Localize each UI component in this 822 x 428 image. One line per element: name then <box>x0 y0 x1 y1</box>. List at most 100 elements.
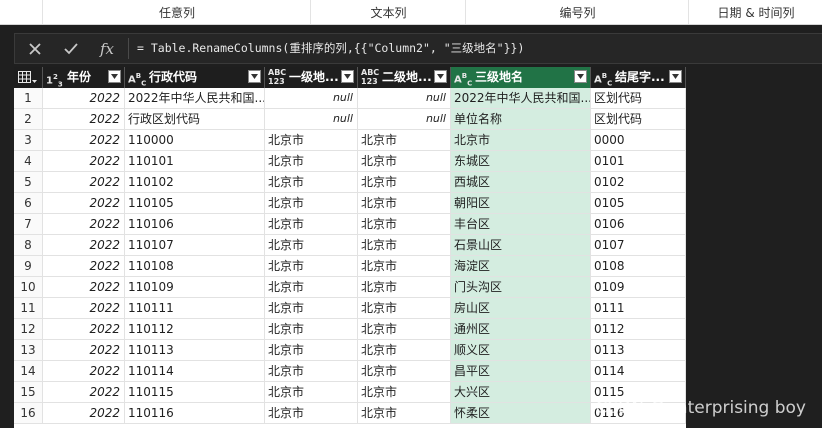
table-cell[interactable]: 北京市 <box>358 277 451 298</box>
table-cell[interactable]: 110102 <box>125 172 265 193</box>
column-filter-button[interactable] <box>108 70 121 83</box>
ribbon-group-text-column[interactable]: 文本列 <box>310 0 466 24</box>
table-cell[interactable]: 2022 <box>43 193 125 214</box>
table-cell[interactable]: 110116 <box>125 403 265 424</box>
table-cell[interactable]: 110108 <box>125 256 265 277</box>
table-cell[interactable]: 北京市 <box>265 340 358 361</box>
table-row[interactable]: 9 2022 110108 北京市 北京市 海淀区 0108 <box>14 256 686 277</box>
table-cell[interactable]: 0109 <box>591 277 686 298</box>
table-cell[interactable]: 北京市 <box>265 172 358 193</box>
formula-input[interactable]: = Table.RenameColumns(重排序的列,{{"Column2",… <box>137 34 524 63</box>
column-header-1[interactable]: 123 年份 <box>43 67 125 88</box>
column-header-4[interactable]: ABC 123 二级地... <box>358 67 451 88</box>
table-cell[interactable]: 110114 <box>125 361 265 382</box>
table-cell[interactable]: 2022 <box>43 361 125 382</box>
table-cell[interactable]: 北京市 <box>358 235 451 256</box>
table-cell[interactable]: 2022 <box>43 403 125 424</box>
ribbon-group-any-column[interactable]: 任意列 <box>42 0 311 24</box>
table-cell[interactable]: 110112 <box>125 319 265 340</box>
table-cell[interactable]: 北京市 <box>265 277 358 298</box>
table-cell[interactable]: 北京市 <box>265 319 358 340</box>
table-cell[interactable]: 北京市 <box>358 130 451 151</box>
table-cell[interactable]: 0101 <box>591 151 686 172</box>
table-cell[interactable]: 0113 <box>591 340 686 361</box>
table-cell[interactable]: 门头沟区 <box>451 277 591 298</box>
table-row[interactable]: 2 2022 行政区划代码 null null 单位名称 区划代码 <box>14 109 686 130</box>
ribbon-group-datetime-column[interactable]: 日期 & 时间列 <box>688 0 822 24</box>
table-cell[interactable]: 2022 <box>43 277 125 298</box>
table-cell[interactable]: 西城区 <box>451 172 591 193</box>
table-cell[interactable]: 110113 <box>125 340 265 361</box>
table-row[interactable]: 1 2022 2022年中华人民共和国... null null 2022年中华人民共和国… <box>14 88 686 109</box>
column-header-2[interactable]: ABC 行政代码 <box>125 67 265 88</box>
table-cell[interactable]: 北京市 <box>358 256 451 277</box>
table-cell[interactable]: 北京市 <box>265 151 358 172</box>
table-cell[interactable]: 2022 <box>43 172 125 193</box>
table-cell[interactable]: 北京市 <box>265 235 358 256</box>
table-cell[interactable]: 0106 <box>591 214 686 235</box>
table-cell[interactable]: 北京市 <box>265 130 358 151</box>
column-filter-button[interactable] <box>669 70 682 83</box>
column-filter-button[interactable] <box>248 70 261 83</box>
table-row[interactable]: 8 2022 110107 北京市 北京市 石景山区 0107 <box>14 235 686 256</box>
table-cell[interactable]: 北京市 <box>358 382 451 403</box>
table-cell[interactable]: 110105 <box>125 193 265 214</box>
table-cell[interactable]: 北京市 <box>358 298 451 319</box>
table-cell[interactable]: 北京市 <box>358 319 451 340</box>
column-header-3[interactable]: ABC 123 一级地... <box>265 67 358 88</box>
table-cell[interactable]: 行政区划代码 <box>125 109 265 130</box>
table-cell[interactable]: 区划代码 <box>591 109 686 130</box>
table-row[interactable]: 4 2022 110101 北京市 北京市 东城区 0101 <box>14 151 686 172</box>
table-cell[interactable]: 北京市 <box>358 340 451 361</box>
table-cell[interactable]: 2022 <box>43 214 125 235</box>
table-cell[interactable]: 0107 <box>591 235 686 256</box>
table-cell[interactable]: 昌平区 <box>451 361 591 382</box>
table-row[interactable]: 10 2022 110109 北京市 北京市 门头沟区 0109 <box>14 277 686 298</box>
table-cell[interactable]: 0112 <box>591 319 686 340</box>
table-cell[interactable]: 顺义区 <box>451 340 591 361</box>
table-cell[interactable]: 0114 <box>591 361 686 382</box>
column-filter-button[interactable] <box>341 70 354 83</box>
commit-formula-button[interactable] <box>55 34 87 63</box>
table-cell[interactable]: 单位名称 <box>451 109 591 130</box>
table-cell[interactable]: 房山区 <box>451 298 591 319</box>
table-row[interactable]: 5 2022 110102 北京市 北京市 西城区 0102 <box>14 172 686 193</box>
table-cell[interactable]: 东城区 <box>451 151 591 172</box>
table-cell[interactable]: 2022 <box>43 340 125 361</box>
table-row[interactable]: 7 2022 110106 北京市 北京市 丰台区 0106 <box>14 214 686 235</box>
table-cell[interactable]: 北京市 <box>358 403 451 424</box>
table-cell[interactable]: null <box>265 109 358 130</box>
table-cell[interactable]: 110000 <box>125 130 265 151</box>
table-cell[interactable]: 2022 <box>43 151 125 172</box>
table-row[interactable]: 15 2022 110115 北京市 北京市 大兴区 0115 <box>14 382 686 403</box>
table-cell[interactable]: 北京市 <box>265 403 358 424</box>
table-cell[interactable]: 0102 <box>591 172 686 193</box>
column-header-6[interactable]: ABC 结尾字... <box>591 67 686 88</box>
table-cell[interactable]: 2022 <box>43 109 125 130</box>
table-cell[interactable]: 海淀区 <box>451 256 591 277</box>
table-row[interactable]: 12 2022 110112 北京市 北京市 通州区 0112 <box>14 319 686 340</box>
table-cell[interactable]: 0111 <box>591 298 686 319</box>
table-row[interactable]: 14 2022 110114 北京市 北京市 昌平区 0114 <box>14 361 686 382</box>
table-cell[interactable]: 2022年中华人民共和国... <box>451 88 591 109</box>
column-filter-button[interactable] <box>574 70 587 83</box>
table-cell[interactable]: 大兴区 <box>451 382 591 403</box>
table-row[interactable]: 3 2022 110000 北京市 北京市 北京市 0000 <box>14 130 686 151</box>
table-cell[interactable]: null <box>358 88 451 109</box>
table-cell[interactable]: 0000 <box>591 130 686 151</box>
table-cell[interactable]: 丰台区 <box>451 214 591 235</box>
ribbon-group-number-column[interactable]: 编号列 <box>465 0 689 24</box>
table-cell[interactable]: 区划代码 <box>591 88 686 109</box>
table-cell[interactable]: 北京市 <box>265 361 358 382</box>
table-cell[interactable]: 2022 <box>43 382 125 403</box>
table-cell[interactable]: 2022 <box>43 319 125 340</box>
table-cell[interactable]: 北京市 <box>358 193 451 214</box>
table-cell[interactable]: 2022 <box>43 235 125 256</box>
table-menu-button[interactable] <box>14 67 43 88</box>
table-cell[interactable]: 110109 <box>125 277 265 298</box>
table-cell[interactable]: 石景山区 <box>451 235 591 256</box>
table-row[interactable]: 11 2022 110111 北京市 北京市 房山区 0111 <box>14 298 686 319</box>
table-cell[interactable]: 通州区 <box>451 319 591 340</box>
column-filter-button[interactable] <box>434 70 447 83</box>
column-header-5[interactable]: ABC 三级地名 <box>451 67 591 88</box>
